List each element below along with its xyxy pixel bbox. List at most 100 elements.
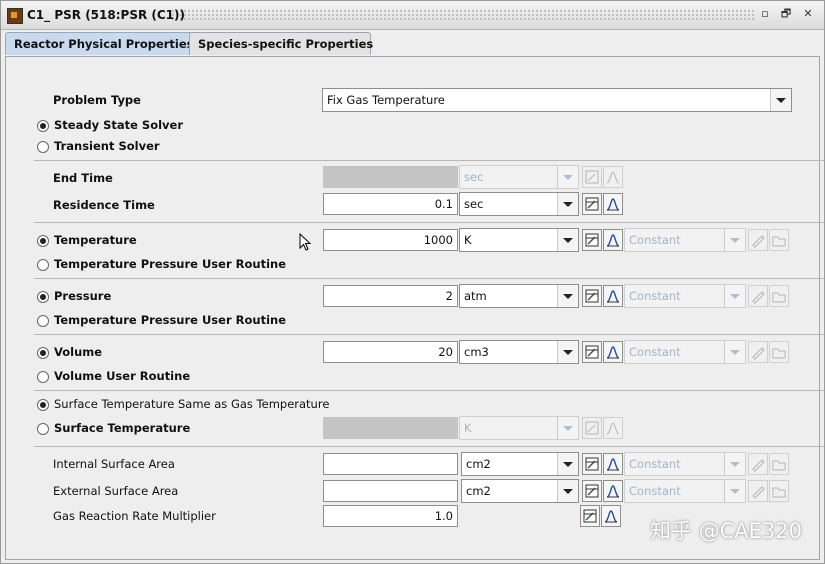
pressure-open-button[interactable] [769, 285, 789, 307]
profile-curve-icon [606, 346, 620, 359]
internal-surface-area-input[interactable] [323, 453, 458, 475]
external-surface-area-input[interactable] [323, 480, 458, 502]
external-surface-area-open-button[interactable] [769, 480, 789, 502]
title-bar[interactable]: C1_ PSR (518:PSR (C1)) ▫ 🗗 ✕ [1, 1, 824, 30]
volume-input[interactable]: 20 [323, 341, 458, 363]
surface-temp-edit-table-button[interactable] [582, 417, 602, 439]
temperature-profile-button[interactable] [603, 229, 623, 251]
temperature-open-button[interactable] [769, 229, 789, 251]
volume-user-routine-radio[interactable] [37, 371, 49, 383]
gas-reaction-rate-profile-button[interactable] [601, 505, 621, 527]
temperature-unit-value: K [464, 233, 472, 247]
temperature-input[interactable]: 1000 [323, 229, 458, 251]
internal-surface-area-edit-table-button[interactable] [582, 453, 602, 475]
separator [34, 160, 824, 161]
profile-curve-icon [606, 422, 620, 435]
pressure-unit-select[interactable]: atm [459, 284, 579, 308]
chevron-down-icon [724, 285, 745, 307]
surface-temp-profile-button[interactable] [603, 417, 623, 439]
surface-temp-input[interactable] [323, 417, 458, 439]
internal-surface-area-edit-button[interactable] [748, 453, 768, 475]
temperature-user-routine-label: Temperature Pressure User Routine [54, 257, 286, 271]
edit-table-icon [583, 509, 597, 523]
transient-solver-radio[interactable] [37, 141, 49, 153]
app-icon [7, 8, 23, 24]
internal-surface-area-profile-button[interactable] [603, 453, 623, 475]
minimize-button[interactable]: ▫ [758, 7, 772, 21]
gas-reaction-rate-multiplier-input[interactable]: 1.0 [323, 505, 458, 527]
pressure-profile-button[interactable] [603, 285, 623, 307]
chevron-down-icon [557, 285, 578, 307]
residence-time-profile-button[interactable] [603, 193, 623, 215]
edit-table-icon [585, 170, 599, 184]
pressure-user-routine-radio[interactable] [37, 315, 49, 327]
surface-temp-same-radio[interactable] [37, 399, 49, 411]
folder-icon [772, 236, 786, 247]
residence-time-label: Residence Time [53, 198, 155, 212]
temperature-radio[interactable] [37, 235, 49, 247]
temperature-user-routine-radio[interactable] [37, 259, 49, 271]
surface-temp-same-label: Surface Temperature Same as Gas Temperat… [54, 397, 330, 411]
end-time-profile-button[interactable] [603, 166, 623, 188]
volume-edit-button[interactable] [748, 341, 768, 363]
volume-edit-table-button[interactable] [582, 341, 602, 363]
separator [34, 222, 824, 223]
temperature-profile-select[interactable]: Constant [624, 228, 746, 252]
external-surface-area-label: External Surface Area [53, 484, 179, 498]
tab-reactor-physical-properties[interactable]: Reactor Physical Properties [5, 32, 195, 55]
end-time-edit-table-button[interactable] [582, 166, 602, 188]
tab-species-specific-properties[interactable]: Species-specific Properties [189, 32, 373, 55]
volume-unit-select[interactable]: cm3 [459, 340, 579, 364]
gas-reaction-rate-edit-table-button[interactable] [580, 505, 600, 527]
external-surface-area-edit-table-button[interactable] [582, 480, 602, 502]
profile-curve-icon [606, 485, 620, 498]
temperature-unit-select[interactable]: K [459, 228, 579, 252]
end-time-unit-select[interactable]: sec [459, 165, 579, 189]
chevron-down-icon [557, 341, 578, 363]
end-time-input[interactable] [323, 166, 458, 188]
folder-icon [772, 460, 786, 471]
edit-table-icon [585, 233, 599, 247]
internal-surface-area-profile-select[interactable]: Constant [624, 452, 746, 476]
surface-temp-radio[interactable] [37, 423, 49, 435]
separator [34, 390, 824, 391]
temperature-edit-button[interactable] [748, 229, 768, 251]
volume-open-button[interactable] [769, 341, 789, 363]
internal-surface-area-label: Internal Surface Area [53, 457, 175, 471]
volume-profile-button[interactable] [603, 341, 623, 363]
problem-type-value: Fix Gas Temperature [327, 93, 445, 107]
close-button[interactable]: ✕ [801, 7, 815, 21]
external-surface-area-unit-value: cm2 [466, 484, 491, 498]
volume-radio[interactable] [37, 347, 49, 359]
residence-time-edit-table-button[interactable] [582, 193, 602, 215]
pressure-edit-table-button[interactable] [582, 285, 602, 307]
chevron-down-icon [724, 480, 745, 502]
steady-state-solver-radio[interactable] [37, 120, 49, 132]
pressure-radio[interactable] [37, 291, 49, 303]
external-surface-area-profile-value: Constant [629, 484, 681, 498]
pressure-input[interactable]: 2 [323, 285, 458, 307]
internal-surface-area-open-button[interactable] [769, 453, 789, 475]
chevron-down-icon [724, 453, 745, 475]
residence-time-input[interactable]: 0.1 [323, 193, 458, 215]
restore-button[interactable]: 🗗 [779, 7, 793, 21]
edit-table-icon [585, 457, 599, 471]
surface-temp-unit-select[interactable]: K [459, 416, 579, 440]
external-surface-area-profile-select[interactable]: Constant [624, 479, 746, 503]
volume-profile-select[interactable]: Constant [624, 340, 746, 364]
external-surface-area-edit-button[interactable] [748, 480, 768, 502]
external-surface-area-profile-button[interactable] [603, 480, 623, 502]
pressure-profile-select[interactable]: Constant [624, 284, 746, 308]
pencil-icon [752, 347, 765, 360]
residence-time-unit-select[interactable]: sec [459, 192, 579, 216]
temperature-edit-table-button[interactable] [582, 229, 602, 251]
problem-type-select[interactable]: Fix Gas Temperature [322, 88, 792, 112]
volume-profile-value: Constant [629, 345, 681, 359]
title-grip [171, 9, 754, 21]
volume-unit-value: cm3 [464, 345, 489, 359]
pencil-icon [752, 235, 765, 248]
internal-surface-area-unit-select[interactable]: cm2 [461, 452, 579, 476]
profile-curve-icon [606, 198, 620, 211]
external-surface-area-unit-select[interactable]: cm2 [461, 479, 579, 503]
pressure-edit-button[interactable] [748, 285, 768, 307]
